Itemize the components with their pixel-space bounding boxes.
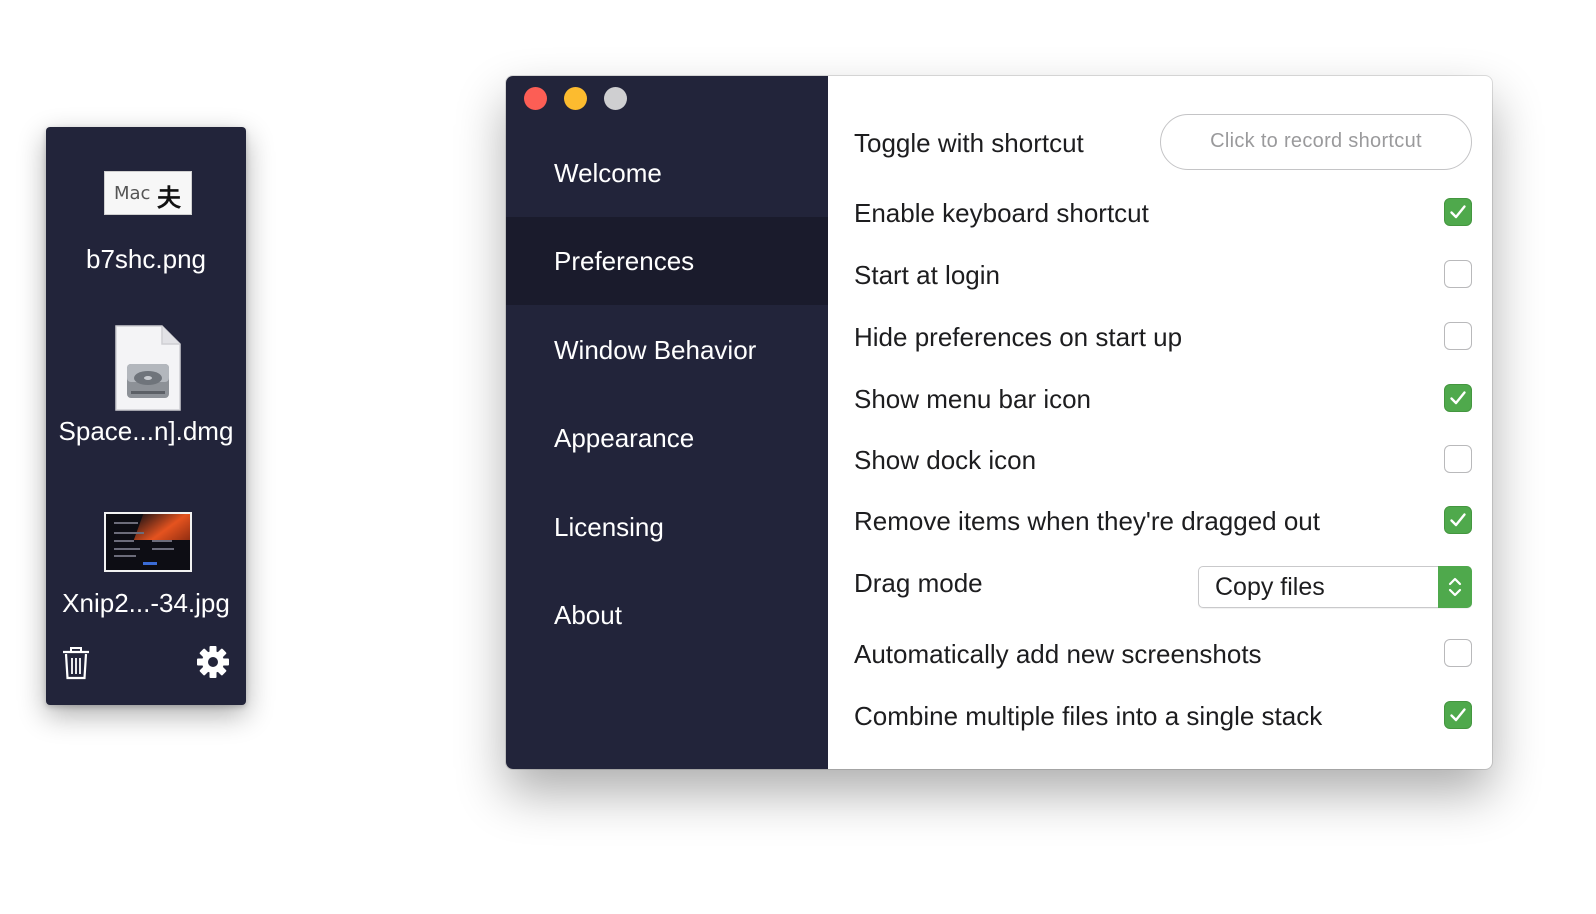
file-shelf: Mac 夫 b7shc.png Space...n].dmg Xnip2...-… xyxy=(46,127,246,705)
start-at-login-checkbox[interactable] xyxy=(1444,260,1472,288)
option-label: Hide preferences on start up xyxy=(854,322,1183,352)
option-label: Combine multiple files into a single sta… xyxy=(854,701,1323,731)
drag-mode-label: Drag mode xyxy=(854,568,983,598)
checkmark-icon xyxy=(1450,391,1466,405)
sidebar-item-window-behavior[interactable]: Window Behavior xyxy=(506,306,828,394)
hide-preferences-checkbox[interactable] xyxy=(1444,322,1472,350)
gear-icon[interactable] xyxy=(196,645,230,679)
zoom-window-button[interactable] xyxy=(604,87,627,110)
checkmark-icon xyxy=(1450,708,1466,722)
screenshot-thumbnail xyxy=(104,512,192,572)
checkmark-icon xyxy=(1450,513,1466,527)
close-window-button[interactable] xyxy=(524,87,547,110)
show-menu-bar-icon-checkbox[interactable] xyxy=(1444,384,1472,412)
option-label: Automatically add new screenshots xyxy=(854,639,1262,669)
enable-keyboard-shortcut-checkbox[interactable] xyxy=(1444,198,1472,226)
remove-dragged-items-checkbox[interactable] xyxy=(1444,506,1472,534)
sidebar: Welcome Preferences Window Behavior Appe… xyxy=(506,76,828,769)
minimize-window-button[interactable] xyxy=(564,87,587,110)
preferences-pane: Toggle with shortcut Click to record sho… xyxy=(828,76,1492,769)
combine-files-checkbox[interactable] xyxy=(1444,701,1472,729)
option-label: Show menu bar icon xyxy=(854,384,1092,414)
drag-mode-select[interactable]: Copy files xyxy=(1198,566,1472,608)
preferences-window: Welcome Preferences Window Behavior Appe… xyxy=(506,76,1492,769)
sidebar-item-about[interactable]: About xyxy=(506,571,828,659)
drag-mode-value: Copy files xyxy=(1215,573,1325,601)
option-label: Show dock icon xyxy=(854,445,1037,475)
file-name: Xnip2...-34.jpg xyxy=(62,588,230,618)
auto-add-screenshots-checkbox[interactable] xyxy=(1444,639,1472,667)
sidebar-item-preferences[interactable]: Preferences xyxy=(506,217,828,305)
show-dock-icon-checkbox[interactable] xyxy=(1444,445,1472,473)
option-label: Remove items when they're dragged out xyxy=(854,506,1320,536)
toggle-shortcut-label: Toggle with shortcut xyxy=(854,128,1084,158)
shelf-file-item[interactable]: Xnip2...-34.jpg xyxy=(46,127,246,637)
checkmark-icon xyxy=(1450,205,1466,219)
option-label: Enable keyboard shortcut xyxy=(854,198,1149,228)
sidebar-item-welcome[interactable]: Welcome xyxy=(506,129,828,217)
option-label: Start at login xyxy=(854,260,1000,290)
trash-icon[interactable] xyxy=(60,645,92,681)
record-shortcut-button[interactable]: Click to record shortcut xyxy=(1160,114,1472,170)
sidebar-item-appearance[interactable]: Appearance xyxy=(506,394,828,482)
sidebar-item-licensing[interactable]: Licensing xyxy=(506,483,828,571)
select-arrows-icon xyxy=(1438,566,1472,608)
